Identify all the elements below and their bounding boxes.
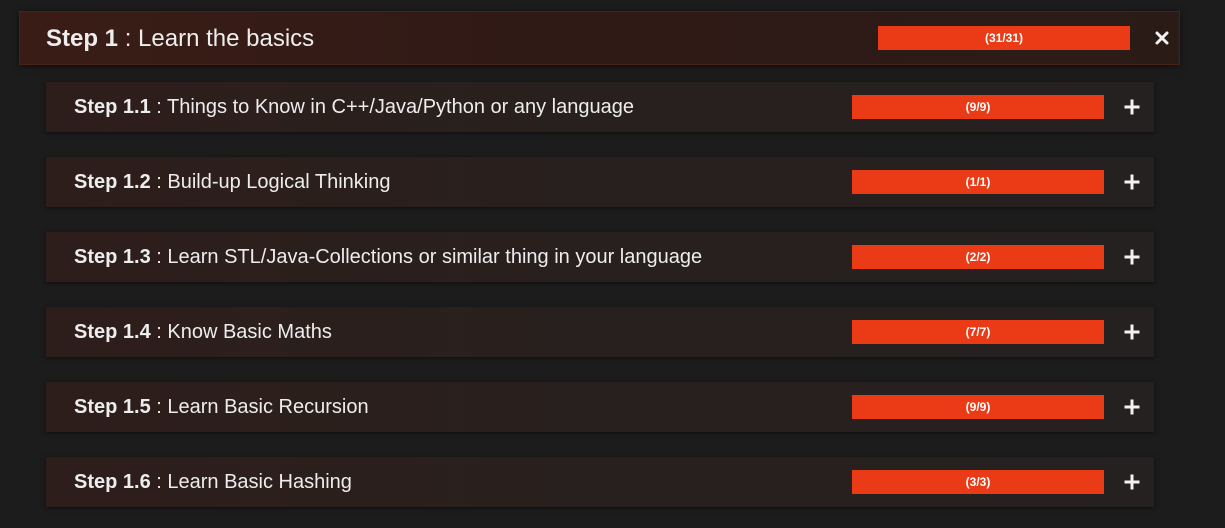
plus-icon[interactable]	[1120, 395, 1144, 419]
step-progress-text: (3/3)	[965, 475, 991, 489]
step-row[interactable]: Step 1.3 : Learn STL/Java-Collections or…	[46, 232, 1154, 282]
step-label: Step 1.3	[74, 246, 151, 268]
step-separator: :	[150, 246, 168, 268]
step-progress-text: (7/7)	[965, 325, 991, 339]
step-progress-bar: (9/9)	[852, 95, 1104, 119]
step-progress-bar: (3/3)	[852, 470, 1104, 494]
step-title: Step 1.6 : Learn Basic Hashing	[74, 471, 352, 493]
sub-steps-list: Step 1.1 : Things to Know in C++/Java/Py…	[46, 82, 1154, 528]
step-title: Step 1.2 : Build-up Logical Thinking	[74, 171, 390, 193]
step-row[interactable]: Step 1.2 : Build-up Logical Thinking (1/…	[46, 157, 1154, 207]
plus-icon[interactable]	[1120, 170, 1144, 194]
step-label: Step 1.4	[74, 321, 151, 343]
plus-icon[interactable]	[1120, 470, 1144, 494]
main-step-separator: :	[118, 25, 139, 52]
main-step-title: Step 1 : Learn the basics	[46, 25, 314, 53]
step-separator: :	[150, 471, 168, 493]
step-progress-text: (1/1)	[965, 175, 991, 189]
step-separator: :	[150, 396, 168, 418]
step-label: Step 1.1	[74, 96, 151, 118]
step-progress-text: (9/9)	[965, 400, 991, 414]
step-row[interactable]: Step 1.1 : Things to Know in C++/Java/Py…	[46, 82, 1154, 132]
step-title: Step 1.4 : Know Basic Maths	[74, 321, 332, 343]
step-progress-text: (2/2)	[965, 250, 991, 264]
step-row[interactable]: Step 1.6 : Learn Basic Hashing (3/3)	[46, 457, 1154, 507]
step-progress-bar: (1/1)	[852, 170, 1104, 194]
step-label: Step 1.5	[74, 396, 151, 418]
step-separator: :	[150, 96, 168, 118]
step-separator: :	[150, 171, 168, 193]
step-title: Step 1.1 : Things to Know in C++/Java/Py…	[74, 96, 634, 118]
step-name: Learn STL/Java-Collections or similar th…	[167, 246, 703, 268]
step-row[interactable]: Step 1.5 : Learn Basic Recursion (9/9)	[46, 382, 1154, 432]
main-step-name: Learn the basics	[138, 25, 315, 52]
plus-icon[interactable]	[1120, 245, 1144, 269]
step-name: Things to Know in C++/Java/Python or any…	[167, 96, 634, 118]
main-step-label: Step 1	[46, 25, 119, 52]
step-name: Learn Basic Recursion	[167, 396, 369, 418]
step-title: Step 1.5 : Learn Basic Recursion	[74, 396, 369, 418]
step-name: Know Basic Maths	[167, 321, 332, 343]
step-title: Step 1.3 : Learn STL/Java-Collections or…	[74, 246, 702, 268]
step-progress-text: (9/9)	[965, 100, 991, 114]
step-progress-bar: (2/2)	[852, 245, 1104, 269]
step-name: Learn Basic Hashing	[167, 471, 352, 493]
step-1-header[interactable]: Step 1 : Learn the basics (31/31)	[19, 11, 1180, 65]
step-progress-bar: (7/7)	[852, 320, 1104, 344]
step-label: Step 1.2	[74, 171, 151, 193]
step-progress-bar: (9/9)	[852, 395, 1104, 419]
main-progress-text: (31/31)	[984, 31, 1024, 45]
main-progress-bar: (31/31)	[878, 26, 1130, 50]
close-icon[interactable]	[1150, 24, 1174, 52]
step-label: Step 1.6	[74, 471, 151, 493]
step-name: Build-up Logical Thinking	[167, 171, 391, 193]
plus-icon[interactable]	[1120, 95, 1144, 119]
page: Step 1 : Learn the basics (31/31) Step 1…	[0, 0, 1225, 528]
step-row[interactable]: Step 1.4 : Know Basic Maths (7/7)	[46, 307, 1154, 357]
plus-icon[interactable]	[1120, 320, 1144, 344]
step-separator: :	[150, 321, 168, 343]
